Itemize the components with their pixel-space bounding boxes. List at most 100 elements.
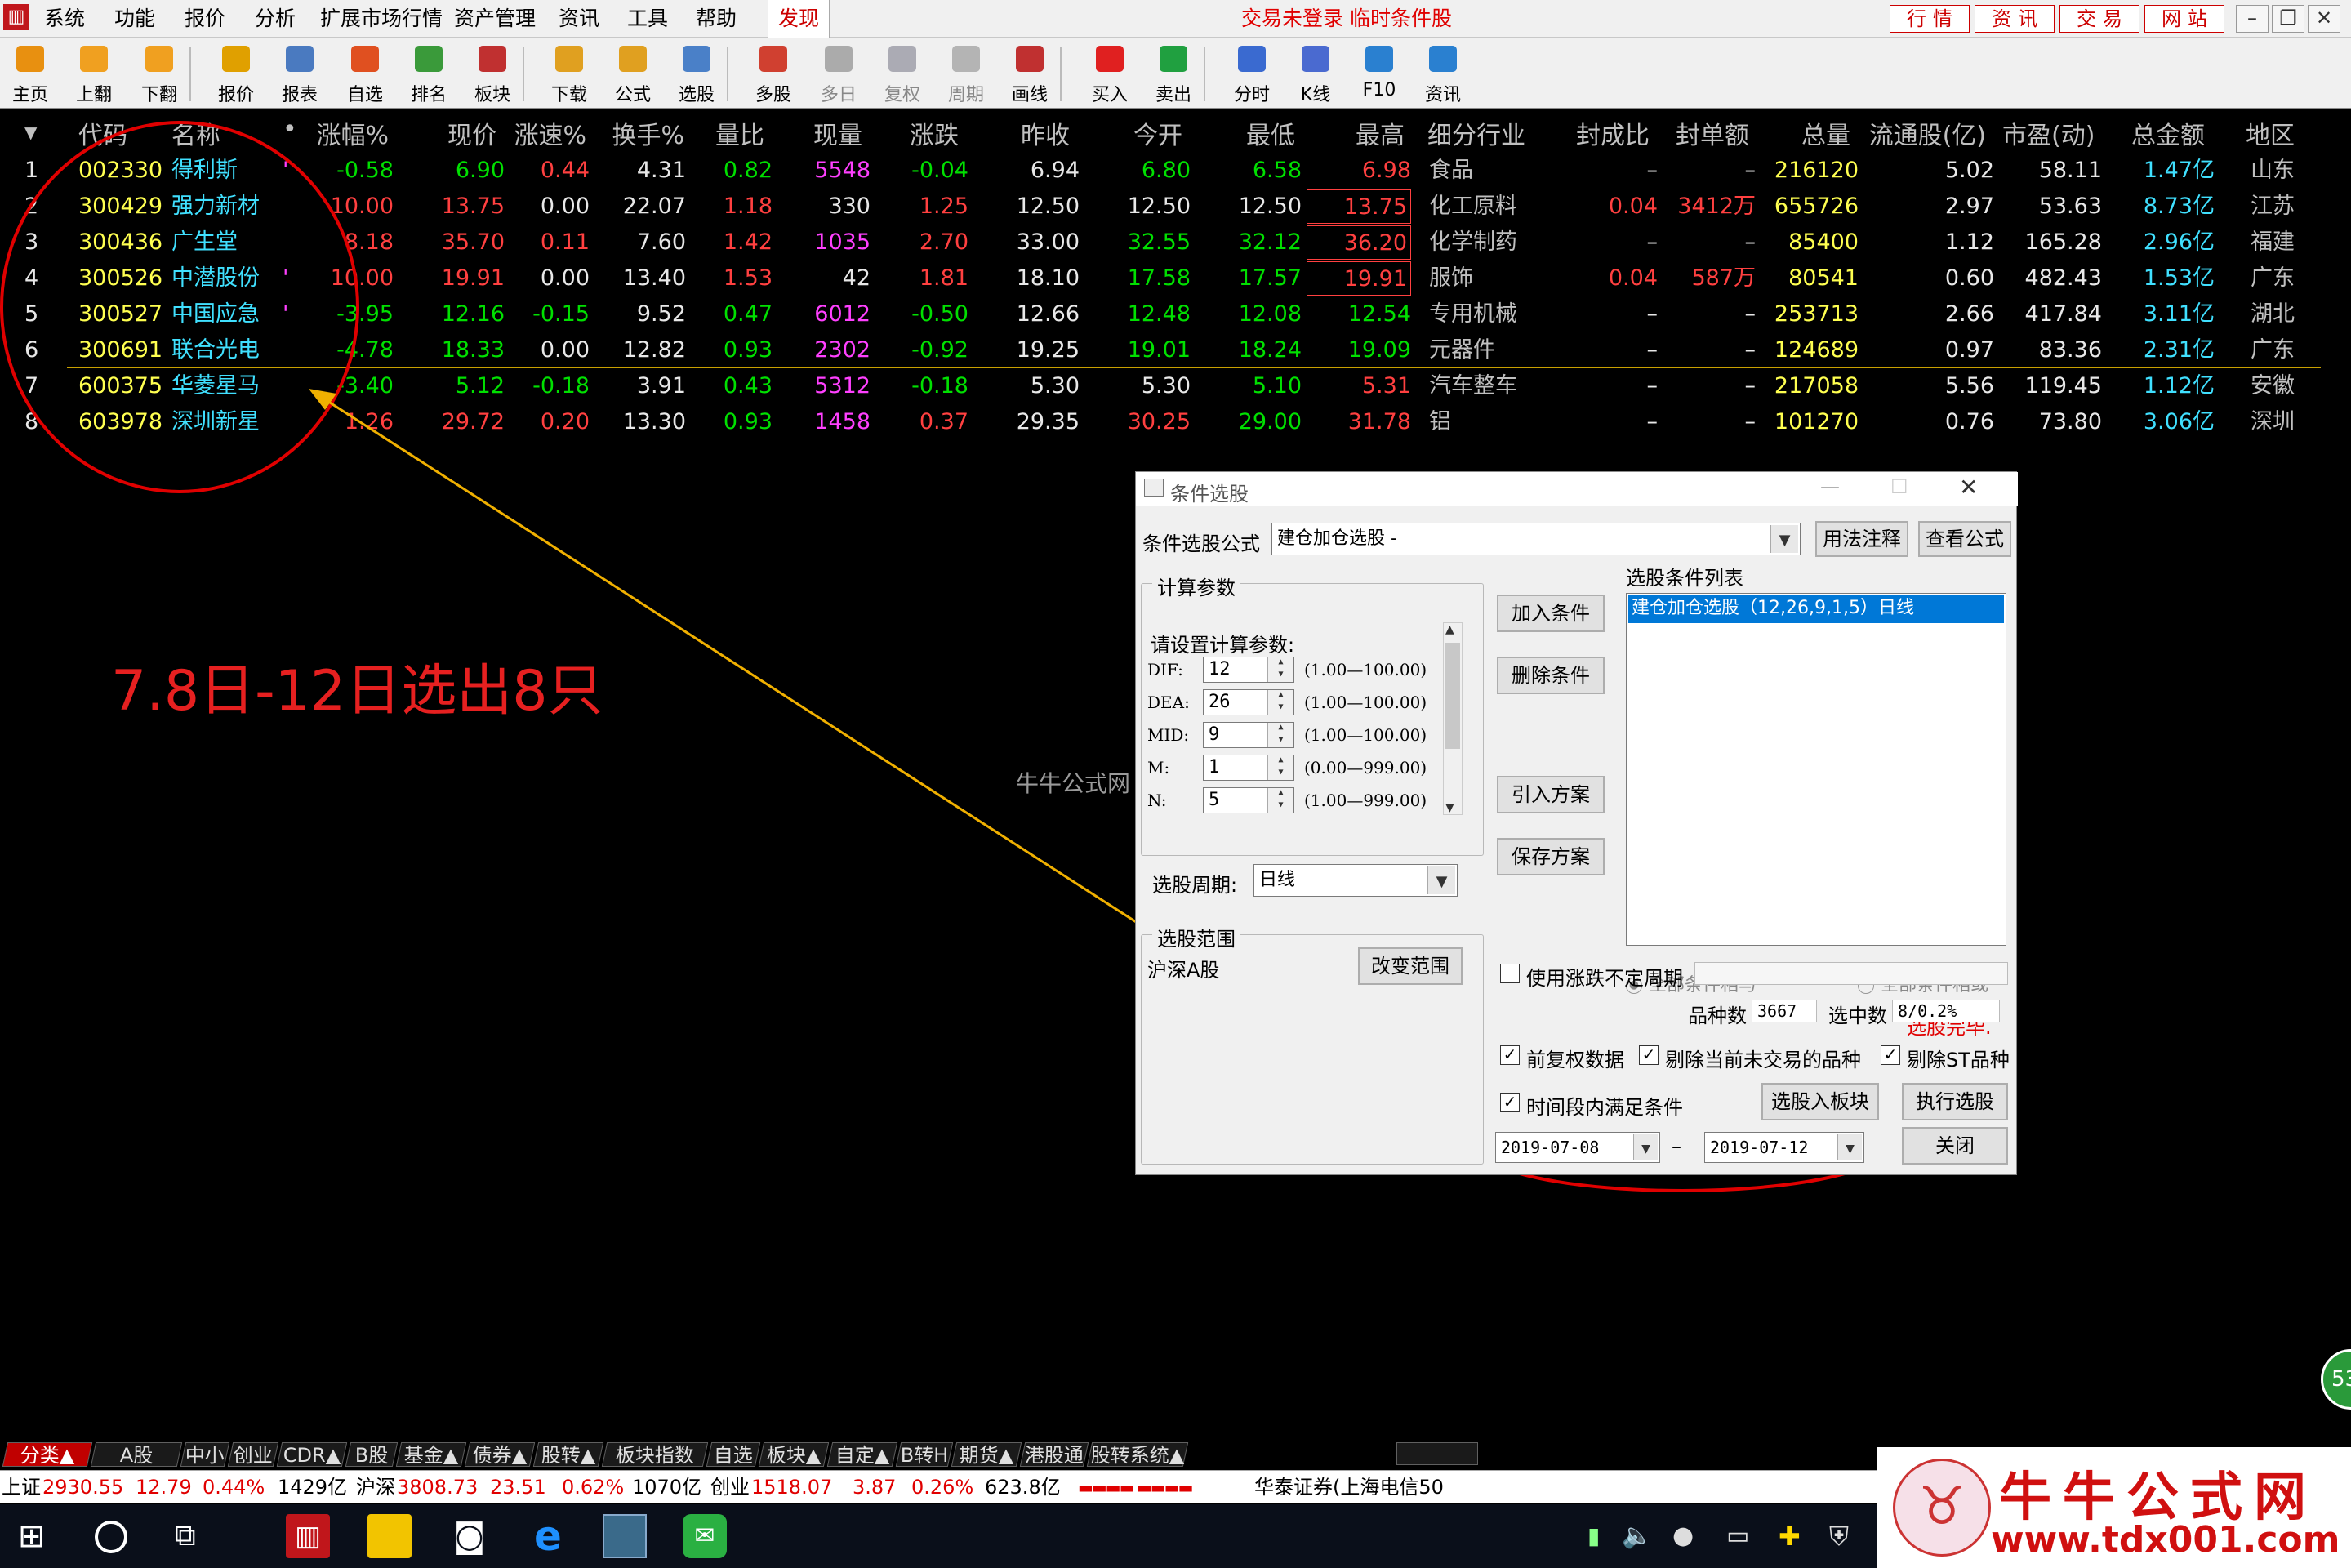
- tab-1[interactable]: A股: [90, 1442, 183, 1467]
- tab-8[interactable]: 股转▲: [532, 1442, 604, 1467]
- params-group: [1141, 583, 1484, 856]
- security-tray-icon[interactable]: ✚: [1779, 1514, 1811, 1558]
- stock-picker-dialog: 条件选股 — ☐ ✕ 条件选股公式 建仓加仓选股 - ▼ 用法注释 查看公式 计…: [1135, 471, 2018, 1175]
- dialog-app-icon: [1144, 479, 1164, 497]
- period-value: 日线: [1259, 870, 1296, 890]
- change-scope-button[interactable]: 改变范围: [1358, 947, 1463, 985]
- spinner-icon[interactable]: ▲ ▼: [1267, 723, 1293, 747]
- view-formula-button[interactable]: 查看公式: [1918, 521, 2011, 557]
- condition-list-label: 选股条件列表: [1626, 567, 1743, 590]
- exclude-st-checkbox[interactable]: ✓: [1881, 1045, 1900, 1065]
- exclude-untraded-label: 剔除当前未交易的品种: [1665, 1049, 1861, 1071]
- sh-value: 2930.55: [42, 1476, 124, 1499]
- tab-3[interactable]: 创业: [227, 1442, 279, 1467]
- sh-percent: 0.44%: [203, 1476, 265, 1499]
- tdx-app-icon[interactable]: ▥: [286, 1514, 330, 1558]
- formula-select[interactable]: 建仓加仓选股 - ▼: [1271, 523, 1801, 555]
- search-icon[interactable]: [95, 1521, 127, 1553]
- period-select[interactable]: 日线 ▼: [1253, 864, 1458, 897]
- chevron-down-icon[interactable]: ▼: [1770, 525, 1798, 553]
- param-input[interactable]: 5 ▲ ▼: [1203, 787, 1294, 813]
- param-input[interactable]: 1 ▲ ▼: [1203, 755, 1294, 781]
- network-icon[interactable]: ▭: [1726, 1514, 1759, 1558]
- date-from-picker[interactable]: 2019-07-08 ▼: [1495, 1132, 1660, 1163]
- param-input[interactable]: 9 ▲ ▼: [1203, 722, 1294, 748]
- adjusted-data-checkbox[interactable]: ✓: [1500, 1045, 1520, 1065]
- to-sector-button[interactable]: 选股入板块: [1761, 1083, 1879, 1120]
- file-explorer-icon[interactable]: [367, 1514, 412, 1558]
- tab-10[interactable]: 自选: [706, 1442, 761, 1467]
- tab-9[interactable]: 板块指数: [601, 1442, 709, 1467]
- tab-label: 自定▲: [835, 1444, 890, 1467]
- tab-5[interactable]: B股: [345, 1442, 399, 1467]
- condition-list[interactable]: 建仓加仓选股（12,26,9,1,5）日线: [1626, 593, 2006, 946]
- shield-icon[interactable]: ⛨: [1829, 1514, 1862, 1558]
- tab-16[interactable]: 股转系统▲: [1086, 1442, 1189, 1467]
- battery-icon[interactable]: ▮: [1587, 1514, 1612, 1558]
- spinner-icon[interactable]: ▲ ▼: [1267, 657, 1293, 682]
- calendar-dropdown-icon[interactable]: ▼: [1633, 1134, 1658, 1160]
- param-input[interactable]: 26 ▲ ▼: [1203, 689, 1294, 715]
- param-label: MID:: [1147, 725, 1190, 745]
- run-selection-button[interactable]: 执行选股: [1902, 1083, 2008, 1120]
- wechat-icon[interactable]: ✉: [683, 1514, 727, 1558]
- volume-icon[interactable]: 🔈: [1622, 1514, 1652, 1558]
- usage-button[interactable]: 用法注释: [1815, 521, 1908, 557]
- add-condition-button[interactable]: 加入条件: [1497, 595, 1605, 632]
- time-range-checkbox[interactable]: ✓: [1500, 1093, 1520, 1112]
- tab-15[interactable]: 港股通: [1019, 1442, 1089, 1467]
- tab-label: 创业: [233, 1444, 273, 1467]
- spinner-icon[interactable]: ▲ ▼: [1267, 788, 1293, 813]
- param-range: (1.00—999.00): [1304, 791, 1427, 810]
- tab-14[interactable]: 期货▲: [951, 1442, 1022, 1467]
- dialog-minimize-icon[interactable]: —: [1820, 475, 1840, 498]
- windows-start-icon[interactable]: ⊞: [18, 1514, 62, 1558]
- tab-label: B转H: [900, 1444, 949, 1467]
- import-plan-button[interactable]: 引入方案: [1497, 776, 1605, 813]
- save-plan-button[interactable]: 保存方案: [1497, 838, 1605, 875]
- exclude-untraded-checkbox[interactable]: ✓: [1639, 1045, 1659, 1065]
- cy-change: 3.87: [853, 1476, 897, 1499]
- broker-name: 华泰证券(上海电信50: [1254, 1476, 1444, 1499]
- spinner-icon[interactable]: ▲ ▼: [1267, 755, 1293, 780]
- market-bars-icon: ▬▬▬▬ ▬▬▬▬: [1078, 1477, 1194, 1497]
- delete-condition-button[interactable]: 删除条件: [1497, 657, 1605, 694]
- wechat-tray-icon[interactable]: ●: [1672, 1514, 1705, 1558]
- task-view-icon[interactable]: ⧉: [175, 1514, 219, 1558]
- edge-browser-icon[interactable]: e: [526, 1514, 570, 1558]
- tab-7[interactable]: 债券▲: [464, 1442, 536, 1467]
- tab-label: A股: [119, 1444, 153, 1467]
- period-label: 选股周期:: [1152, 874, 1238, 897]
- selected-label: 选中数: [1828, 1004, 1887, 1027]
- tab-13[interactable]: B转H: [895, 1442, 954, 1467]
- use-vol-checkbox[interactable]: [1500, 964, 1520, 983]
- tab-scrollbar[interactable]: [1396, 1442, 1478, 1465]
- tab-4[interactable]: CDR▲: [276, 1442, 348, 1467]
- close-button[interactable]: 关闭: [1902, 1127, 2008, 1165]
- param-label: DIF:: [1147, 660, 1183, 679]
- sh-label: 上证: [2, 1476, 41, 1499]
- spinner-icon[interactable]: ▲ ▼: [1267, 690, 1293, 715]
- tab-2[interactable]: 中小: [180, 1442, 230, 1467]
- tab-11[interactable]: 板块▲: [758, 1442, 830, 1467]
- chevron-down-icon[interactable]: ▼: [1427, 866, 1455, 894]
- date-to-picker[interactable]: 2019-07-12 ▼: [1704, 1132, 1864, 1163]
- dialog-close-icon[interactable]: ✕: [1959, 474, 1978, 501]
- dialog-maximize-icon[interactable]: ☐: [1890, 475, 1908, 498]
- use-vol-input[interactable]: [1694, 962, 2008, 985]
- condition-list-item[interactable]: 建仓加仓选股（12,26,9,1,5）日线: [1628, 595, 2004, 623]
- calendar-dropdown-icon[interactable]: ▼: [1837, 1134, 1862, 1160]
- tab-label: 期货▲: [959, 1444, 1014, 1467]
- tab-6[interactable]: 基金▲: [395, 1442, 467, 1467]
- params-scrollbar[interactable]: ▲ ▼: [1443, 622, 1463, 815]
- tab-12[interactable]: 自定▲: [826, 1442, 898, 1467]
- param-value: 12: [1209, 659, 1231, 679]
- use-vol-label: 使用涨跌不定周期: [1526, 967, 1683, 990]
- param-input[interactable]: 12 ▲ ▼: [1203, 657, 1294, 683]
- tab-label: 中小: [185, 1444, 225, 1467]
- tab-label: 板块指数: [615, 1444, 694, 1467]
- tab-label: 板块▲: [766, 1444, 822, 1467]
- camera-icon[interactable]: ◙: [447, 1514, 492, 1558]
- tab-0[interactable]: 分类▲: [2, 1442, 93, 1467]
- note-app-icon[interactable]: [603, 1514, 647, 1558]
